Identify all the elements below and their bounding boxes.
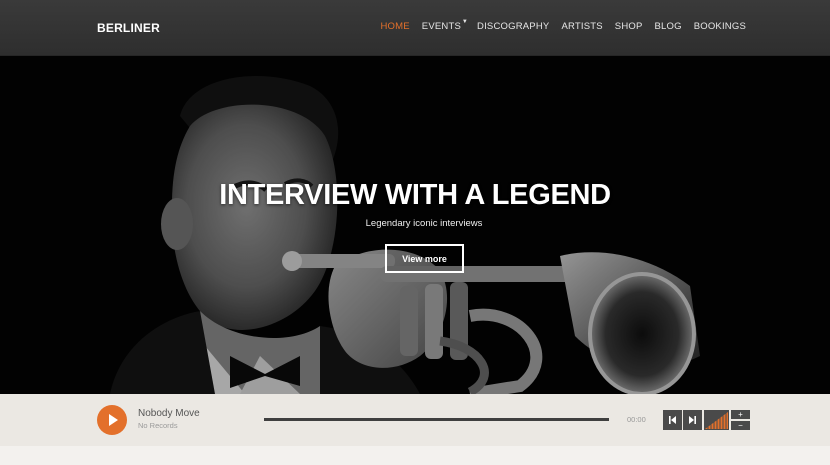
caret-down-icon: ▼ [461, 19, 469, 25]
nav-item-bookings[interactable]: BOOKINGS [694, 21, 746, 32]
nav-item-events-label: EVENTS [421, 21, 462, 32]
site-header: BERLINER HOME EVENTS ▼ DISCOGRAPHY ARTIST… [0, 0, 830, 56]
next-icon [689, 416, 696, 424]
hero-subtitle: Legendary iconic interviews [365, 218, 483, 229]
nav-item-blog[interactable]: BLOG [655, 21, 682, 32]
play-button[interactable] [97, 405, 127, 435]
audio-player: Nobody Move No Records 00:00 + − [0, 394, 830, 446]
progress-bar[interactable] [264, 418, 609, 421]
volume-bars-icon [705, 410, 728, 430]
nav-item-artists[interactable]: ARTISTS [561, 21, 602, 32]
hero-slider: INTERVIEW WITH A LEGEND Legendary iconic… [0, 56, 830, 394]
time-display: 00:00 [627, 415, 646, 424]
previous-icon [669, 416, 676, 424]
main-nav: HOME EVENTS ▼ DISCOGRAPHY ARTISTS SHOP BL… [380, 19, 746, 32]
hero-title: INTERVIEW WITH A LEGEND [219, 179, 611, 211]
track-title: Nobody Move [138, 408, 200, 419]
track-artist: No Records [138, 421, 178, 430]
nav-item-discography[interactable]: DISCOGRAPHY [477, 21, 549, 32]
site-logo[interactable]: BERLINER [97, 21, 160, 35]
nav-item-home[interactable]: HOME [380, 21, 409, 32]
view-more-button[interactable]: View more [385, 244, 464, 273]
nav-item-events[interactable]: EVENTS ▼ [421, 19, 468, 32]
play-icon [109, 414, 118, 426]
previous-button[interactable] [663, 410, 682, 430]
volume-up-button[interactable]: + [731, 410, 750, 419]
next-button[interactable] [683, 410, 702, 430]
volume-down-button[interactable]: − [731, 421, 750, 430]
page-background-strip [0, 446, 830, 465]
volume-meter[interactable] [704, 410, 729, 430]
nav-item-shop[interactable]: SHOP [615, 21, 643, 32]
